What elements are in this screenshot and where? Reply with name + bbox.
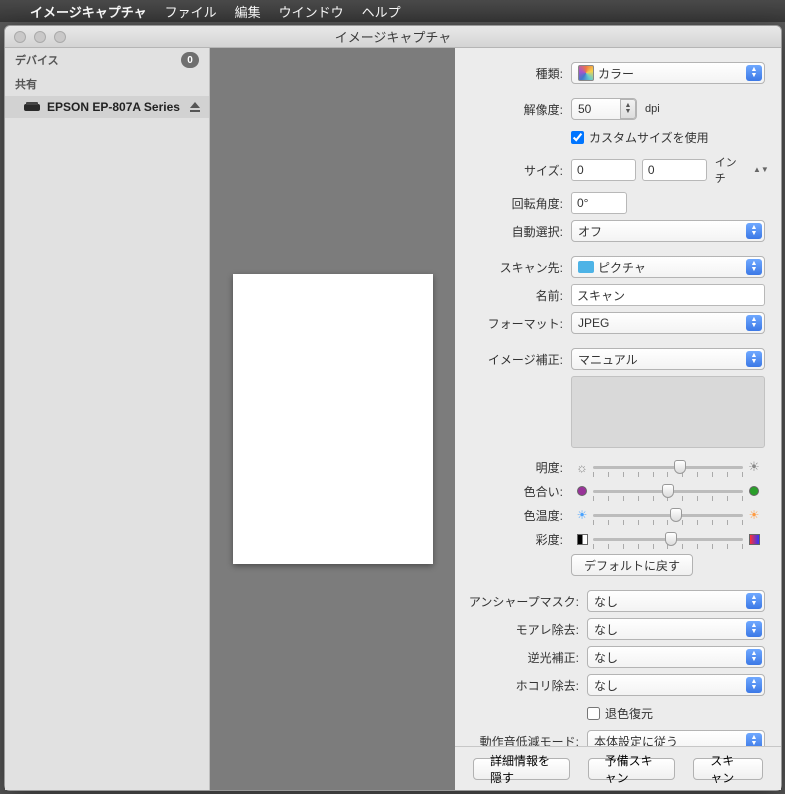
sidebar-shared-header: 共有 [5, 72, 209, 96]
devices-count-badge: 0 [181, 52, 199, 68]
menubar-window[interactable]: ウインドウ [279, 2, 344, 21]
menubar-app-name[interactable]: イメージキャプチャ [30, 2, 147, 21]
rotation-label: 回転角度: [459, 195, 571, 212]
name-field[interactable]: スキャン [571, 284, 765, 306]
image-capture-window: イメージキャプチャ デバイス 0 共有 EPSON EP-807A Series… [4, 25, 782, 791]
backlight-select[interactable]: なし▲▼ [587, 646, 765, 668]
size-width-field[interactable]: 0 [571, 159, 636, 181]
temperature-min-icon [575, 508, 589, 522]
quietmode-select[interactable]: 本体設定に従う▲▼ [587, 730, 765, 746]
tint-min-icon [575, 484, 589, 498]
size-unit-stepper[interactable]: ▲▼ [753, 161, 765, 179]
imagecorrection-label: イメージ補正: [459, 351, 571, 368]
saturation-max-icon [747, 532, 761, 546]
kind-label: 種類: [459, 65, 571, 82]
brightness-max-icon [747, 460, 761, 474]
backlight-label: 逆光補正: [459, 649, 587, 666]
color-restore-checkbox[interactable]: 退色復元 [587, 705, 653, 722]
resolution-unit: dpi [645, 103, 660, 115]
device-name: EPSON EP-807A Series [47, 100, 180, 114]
format-select[interactable]: JPEG▲▼ [571, 312, 765, 334]
menubar-help[interactable]: ヘルプ [362, 2, 401, 21]
reset-defaults-button[interactable]: デフォルトに戻す [571, 554, 693, 576]
name-label: 名前: [459, 287, 571, 304]
brightness-label: 明度: [459, 459, 571, 476]
custom-size-checkbox[interactable]: カスタムサイズを使用 [571, 129, 709, 146]
saturation-label: 彩度: [459, 531, 571, 548]
temperature-slider[interactable] [593, 506, 743, 524]
menubar-edit[interactable]: 編集 [235, 2, 261, 21]
preview-pane[interactable] [210, 48, 455, 790]
sidebar: デバイス 0 共有 EPSON EP-807A Series [5, 48, 210, 790]
descreen-label: モアレ除去: [459, 621, 587, 638]
menubar-file[interactable]: ファイル [165, 2, 217, 21]
saturation-slider[interactable] [593, 530, 743, 548]
eject-icon[interactable] [189, 101, 201, 113]
window-title: イメージキャプチャ [5, 27, 781, 46]
printer-icon [23, 101, 41, 113]
format-label: フォーマット: [459, 315, 571, 332]
resolution-label: 解像度: [459, 101, 571, 118]
temperature-max-icon [747, 508, 761, 522]
brightness-min-icon [575, 460, 589, 474]
dust-label: ホコリ除去: [459, 677, 587, 694]
tint-label: 色合い: [459, 483, 571, 500]
settings-panel: 種類: カラー ▲▼ 解像度: 50▲▼ dpi [455, 48, 781, 746]
kind-select[interactable]: カラー ▲▼ [571, 62, 765, 84]
scan-button[interactable]: スキャン [693, 758, 763, 780]
histogram-box [571, 376, 765, 448]
preview-page [233, 274, 433, 564]
color-swatch-icon [578, 65, 594, 81]
overview-scan-button[interactable]: 予備スキャン [588, 758, 676, 780]
autoselect-label: 自動選択: [459, 223, 571, 240]
autoselect-select[interactable]: オフ▲▼ [571, 220, 765, 242]
imagecorrection-select[interactable]: マニュアル▲▼ [571, 348, 765, 370]
tint-max-icon [747, 484, 761, 498]
quietmode-label: 動作音低減モード: [459, 733, 587, 747]
sidebar-devices-header: デバイス [15, 52, 59, 68]
resolution-select[interactable]: 50▲▼ [571, 98, 637, 120]
temperature-label: 色温度: [459, 507, 571, 524]
size-label: サイズ: [459, 162, 571, 179]
sidebar-device-item[interactable]: EPSON EP-807A Series [5, 96, 209, 118]
folder-icon [578, 261, 594, 273]
descreen-select[interactable]: なし▲▼ [587, 618, 765, 640]
size-height-field[interactable]: 0 [642, 159, 707, 181]
scanto-select[interactable]: ピクチャ▲▼ [571, 256, 765, 278]
tint-slider[interactable] [593, 482, 743, 500]
unsharp-label: アンシャープマスク: [459, 593, 587, 610]
footer-toolbar: 詳細情報を隠す 予備スキャン スキャン [455, 746, 781, 790]
window-titlebar: イメージキャプチャ [5, 26, 781, 48]
system-menubar: イメージキャプチャ ファイル 編集 ウインドウ ヘルプ [0, 0, 785, 22]
unsharp-select[interactable]: なし▲▼ [587, 590, 765, 612]
hide-details-button[interactable]: 詳細情報を隠す [473, 758, 570, 780]
rotation-field[interactable]: 0° [571, 192, 627, 214]
scanto-label: スキャン先: [459, 259, 571, 276]
dust-select[interactable]: なし▲▼ [587, 674, 765, 696]
size-unit: インチ [715, 154, 747, 186]
brightness-slider[interactable] [593, 458, 743, 476]
saturation-min-icon [575, 532, 589, 546]
